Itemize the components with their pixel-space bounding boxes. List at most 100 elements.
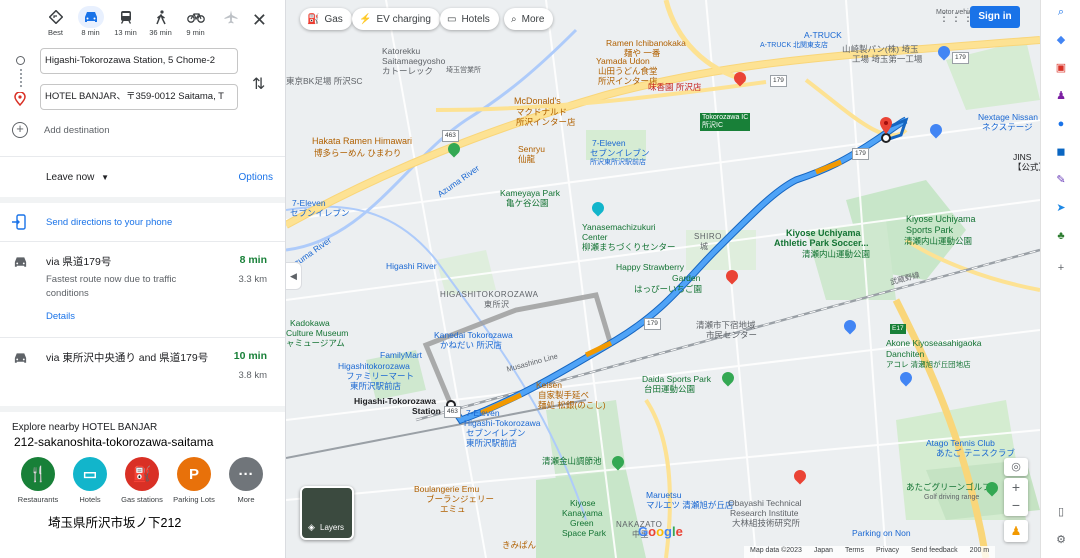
map-label: SHIRO [694,232,722,241]
hotels-chip[interactable]: ▭ Hotels [440,8,499,30]
gas-chip[interactable]: ⛽ Gas [300,8,352,30]
tree-icon[interactable]: ♣ [1053,228,1069,244]
add-icon[interactable]: + [1053,260,1069,276]
more-chip[interactable]: ⌕ More [504,8,554,30]
sign-in-button[interactable]: Sign in [970,6,1020,28]
leave-now-dropdown[interactable]: Leave now ▼ [46,172,109,183]
map-label[interactable]: 7-Eleven [292,198,326,208]
category-parking[interactable]: P Parking Lots [168,457,220,504]
category-more[interactable]: ··· More [220,457,272,504]
road-shield: 463 [444,406,461,418]
map-label[interactable]: Happy Strawberry [616,262,684,272]
map-label: カトーレック [382,66,434,76]
map-label: 東京BK足場 所沢SC [286,76,363,86]
map-label[interactable]: JINS [1013,152,1031,162]
mode-best[interactable]: Best [38,6,73,37]
send-icon[interactable]: ➤ [1053,200,1069,216]
layers-icon: ◈ [308,522,315,532]
destination-input[interactable]: HOTEL BANJAR、〒359-0012 Saitama, T [40,84,238,110]
map-label[interactable]: McDonald's [514,96,561,106]
terms-link[interactable]: Terms [845,547,864,557]
my-location-icon[interactable]: ◎ [1004,458,1028,476]
send-feedback-link[interactable]: Send feedback [911,547,958,557]
options-button[interactable]: Options [239,172,273,183]
add-destination-button[interactable]: + Add destination [12,122,110,138]
route-option-2[interactable]: via 東所沢中央通り and 県道179号 10 min 3.8 km [0,337,285,401]
tag-icon[interactable]: ◆ [1053,32,1069,48]
zoom-out-button[interactable]: − [1004,496,1028,514]
category-gas-stations[interactable]: ⛽ Gas stations [116,457,168,504]
map-label[interactable]: 7-Eleven [592,138,626,148]
privacy-link[interactable]: Privacy [876,547,899,557]
route-option-1[interactable]: via 県道179号 8 min 3.3 km Fastest route no… [0,241,285,337]
briefcase-icon[interactable]: ▣ [1053,60,1069,76]
map-label: あたご テニスクラブ [936,448,1015,458]
map-canvas[interactable]: ⛽ Gas ⚡ EV charging ▭ Hotels ⌕ More ⋮⋮⋮ Sign… [286,0,1040,558]
mode-transit[interactable]: 13 min [108,6,143,37]
ev-charging-chip[interactable]: ⚡ EV charging [352,8,440,30]
map-label[interactable]: Kadokawa [290,318,330,328]
apps-grid-icon[interactable]: ⋮⋮⋮ [938,10,974,24]
pegman-icon[interactable]: ♟ [1004,520,1028,542]
map-label[interactable]: Kiyose Uchiyama [786,228,861,238]
map-label[interactable]: Kiyose [570,498,596,508]
map-label: 仙龍 [518,154,536,164]
map-label[interactable]: Ramen Ichibanokaka [606,38,686,48]
map-label: Center [582,232,608,242]
settings-icon[interactable]: ⚙ [1053,532,1069,548]
japan-link[interactable]: Japan [814,547,833,557]
map-label[interactable]: Katorekku [382,46,420,56]
edit-icon[interactable]: ✎ [1053,172,1069,188]
map-label: 台田運動公園 [644,384,696,394]
map-label[interactable]: Maruetsu [646,490,681,500]
collapse-panel-button[interactable]: ◀ [286,262,302,290]
zoom-in-button[interactable]: + [1004,478,1028,496]
map-label[interactable]: Kanedai Tokorozawa [434,330,513,340]
map-label[interactable]: Senryu [518,144,545,154]
sidebar-toggle-icon[interactable]: ▯ [1053,504,1069,520]
map-label[interactable]: Obayashi Technical [728,498,802,508]
map-label[interactable]: Kameyaya Park [500,188,560,198]
map-label: 所沢インター店 [516,117,576,127]
map-label[interactable]: 7-Eleven [466,408,500,418]
map-label[interactable]: Yanasemachizukuri [582,222,656,232]
map-label[interactable]: あたごグリーンゴルフ [906,482,991,492]
map-label[interactable]: Atago Tennis Club [926,438,995,448]
close-icon[interactable]: ✕ [252,10,267,31]
route-details-link[interactable]: Details [46,311,269,322]
mode-flights[interactable] [213,6,248,28]
copilot-icon[interactable]: ● [1053,116,1069,132]
map-label[interactable]: Higashi-Tokorozawa [354,396,436,406]
mode-walking[interactable]: 36 min [143,6,178,37]
map-label[interactable]: 山崎製パン(株) 埼玉 [842,44,918,54]
outlook-icon[interactable]: ◼ [1053,144,1069,160]
origin-circle-icon [16,56,25,65]
mode-cycling[interactable]: 9 min [178,6,213,37]
category-restaurants[interactable]: 🍴 Restaurants [12,457,64,504]
map-label: 博多らーめん ひまわり [314,148,402,158]
map-label[interactable]: Daida Sports Park [642,374,711,384]
map-label[interactable]: Parking on Non [852,528,911,538]
scale-label[interactable]: 200 m [970,547,989,557]
layers-button[interactable]: ◈ Layers [300,486,354,540]
tokorozawa-ic-label[interactable]: Tokorozawa IC 所沢IC [700,113,751,131]
origin-input[interactable]: Higashi-Tokorozawa Station, 5 Chome-2 [40,48,238,74]
map-label[interactable]: Keisen [536,380,562,390]
map-label[interactable]: Kiyose Uchiyama [906,214,976,224]
explore-subtitle: 212-sakanoshita-tokorozawa-saitama [14,435,214,449]
map-label[interactable]: FamilyMart [380,350,422,360]
person-icon[interactable]: ♟ [1053,88,1069,104]
map-label[interactable]: Akone Kiyoseasahigaoka [886,338,981,348]
map-label[interactable]: Hakata Ramen Himawari [312,136,412,146]
map-label[interactable]: Nextage Nissan [978,112,1038,122]
send-directions-button[interactable]: Send directions to your phone [0,197,285,241]
map-label[interactable]: A-TRUCK [804,30,842,40]
swap-icon[interactable]: ⇅ [252,74,265,94]
hotel-icon: ▭ [73,457,107,491]
mode-driving[interactable]: 8 min [73,6,108,37]
map-label: 山田うどん食堂 [598,66,658,76]
route-distance: 3.3 km [238,274,267,285]
category-hotels[interactable]: ▭ Hotels [64,457,116,504]
map-label[interactable]: Boulangerie Emu [414,484,479,494]
search-icon[interactable]: ⌕ [1053,4,1069,20]
